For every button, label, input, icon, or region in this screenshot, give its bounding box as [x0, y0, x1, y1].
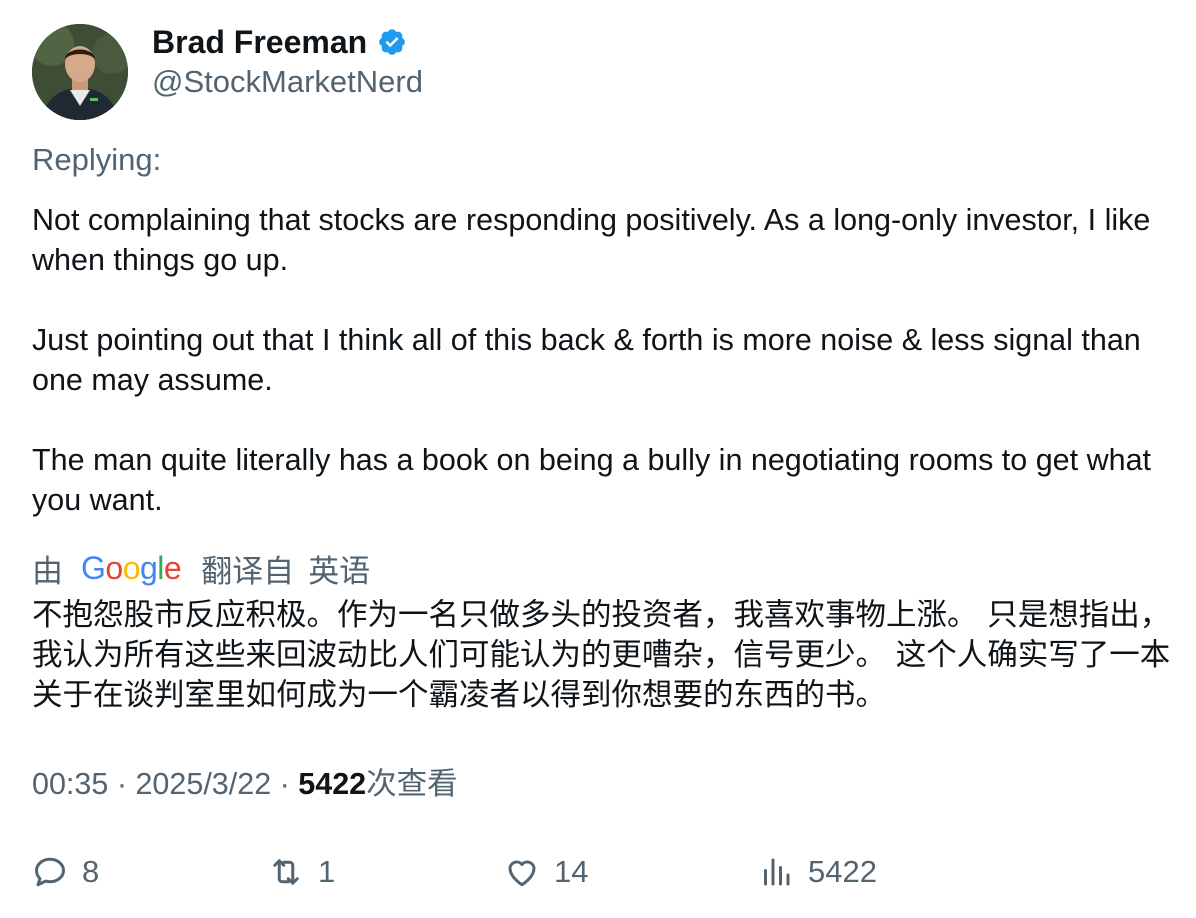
action-bar: 8 1 14 5422: [32, 848, 1172, 896]
author-handle[interactable]: @StockMarketNerd: [152, 62, 423, 102]
reply-count: 8: [82, 854, 100, 889]
translation-by-label: 由: [32, 553, 63, 589]
tweet-paragraph: Just pointing out that I think all of th…: [32, 323, 1141, 397]
tweet-time[interactable]: 00:35: [32, 767, 108, 801]
avatar[interactable]: [32, 24, 128, 120]
translated-text: 不抱怨股市反应积极。作为一名只做多头的投资者，我喜欢事物上涨。 只是想指出，我认…: [32, 598, 1171, 713]
replying-label: Replying:: [32, 142, 162, 177]
google-logo: Google: [81, 549, 182, 586]
author-name[interactable]: Brad Freeman: [152, 22, 367, 62]
meta-separator: ·: [279, 767, 290, 801]
tweet-paragraph: The man quite literally has a book on be…: [32, 443, 1152, 517]
verified-badge-icon: [377, 27, 407, 57]
tweet-paragraph: Not complaining that stocks are respondi…: [32, 203, 1151, 277]
avatar-photo: [32, 24, 128, 120]
retweet-count: 1: [318, 854, 336, 889]
meta-separator: ·: [116, 767, 127, 801]
views-button[interactable]: 5422: [758, 848, 877, 896]
like-count: 14: [554, 854, 589, 889]
translation-attribution[interactable]: 由 Google 翻译自 英语: [32, 547, 370, 589]
tweet-text: Not complaining that stocks are respondi…: [32, 200, 1172, 520]
heart-icon: [508, 860, 536, 887]
views-label: 次查看: [366, 767, 458, 801]
retweet-icon: [273, 859, 299, 885]
tweet-meta: 00:35 · 2025/3/22 · 5422次查看: [32, 764, 458, 804]
translation-from-label: 翻译自: [201, 553, 295, 589]
author-row: Brad Freeman: [152, 22, 407, 62]
like-button[interactable]: 14: [504, 848, 588, 896]
translation-language: 英语: [308, 553, 371, 589]
tweet-date[interactable]: 2025/3/22: [135, 767, 271, 801]
reply-button[interactable]: 8: [32, 848, 99, 896]
views-count: 5422: [298, 767, 367, 801]
views-action-count: 5422: [808, 854, 877, 889]
reply-icon: [35, 857, 65, 887]
analytics-icon: [764, 858, 790, 886]
retweet-button[interactable]: 1: [268, 848, 335, 896]
